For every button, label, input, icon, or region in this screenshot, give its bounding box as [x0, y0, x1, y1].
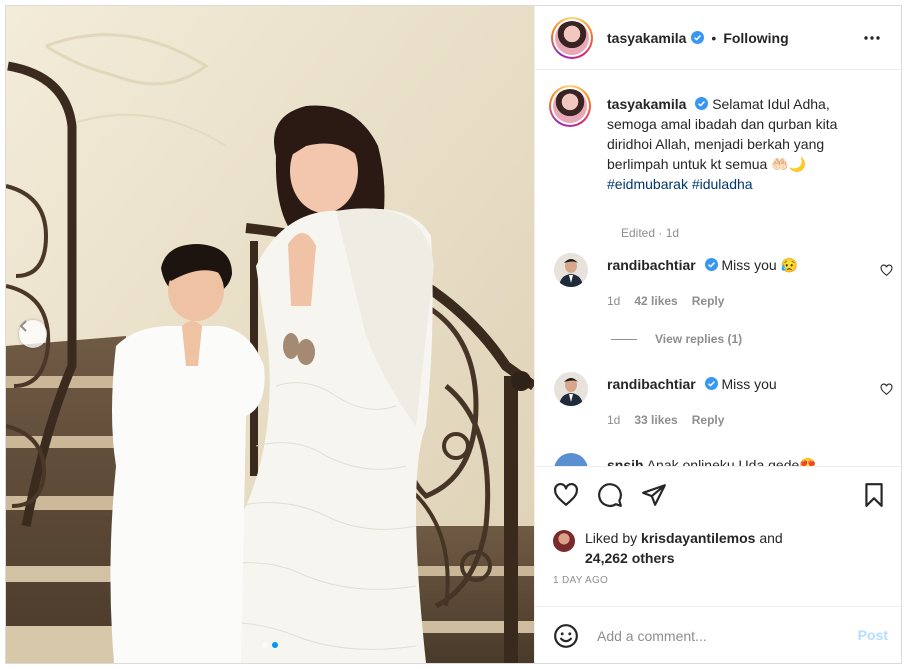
comment-username[interactable]: randibachtiar — [607, 376, 696, 392]
hashtag-link[interactable]: #iduladha — [692, 176, 753, 192]
edited-timestamp: Edited · 1d — [621, 226, 680, 240]
comment-age: 1d — [607, 413, 621, 427]
comment-item: randibachtiar Miss you 😥 1d 42 likes Rep… — [549, 253, 893, 313]
comment-username[interactable]: randibachtiar — [607, 257, 696, 273]
commenter-avatar[interactable] — [554, 372, 588, 406]
likes-prefix: Liked by — [585, 530, 638, 546]
carousel-indicator — [6, 642, 534, 648]
comments-list[interactable]: tasyakamila Selamat Idul Adha, semoga am… — [535, 71, 901, 466]
comment-username[interactable]: snsjh — [607, 457, 644, 466]
likes-text: Liked by krisdayantilemos and 24,262 oth… — [585, 528, 885, 568]
view-replies-line — [611, 338, 637, 340]
comment-text: randibachtiar Miss you — [607, 376, 777, 392]
post-side-panel: tasyakamila • Following tasyakamila Sela… — [534, 6, 901, 663]
commenter-avatar[interactable] — [554, 253, 588, 287]
heart-icon[interactable] — [880, 264, 893, 277]
comment-body: Miss you — [721, 376, 777, 392]
author-username[interactable]: tasyakamila — [607, 30, 686, 46]
comment-body: Miss you 😥 — [721, 257, 799, 273]
comment-likes[interactable]: 42 likes — [634, 294, 677, 308]
chevron-left-icon — [19, 320, 27, 332]
paper-plane-icon[interactable] — [641, 482, 667, 508]
smiley-icon[interactable] — [553, 623, 579, 649]
comment-meta: 1d 33 likes Reply — [607, 413, 724, 427]
add-comment-bar: Post — [535, 606, 901, 663]
reply-button[interactable]: Reply — [692, 413, 725, 427]
verified-badge-icon — [704, 377, 718, 390]
likes-joiner: and — [759, 530, 783, 546]
liker-avatar[interactable] — [553, 530, 575, 552]
comment-age: 1d — [607, 294, 621, 308]
verified-badge-icon — [691, 31, 705, 44]
comment-text: randibachtiar Miss you 😥 — [607, 257, 798, 274]
separator-bullet: • — [711, 29, 717, 46]
author-avatar[interactable] — [551, 16, 593, 59]
comment-text: snsjh Anak onlineku Uda gede😍 — [607, 457, 817, 466]
comment-body: Anak onlineku Uda gede😍 — [646, 457, 817, 466]
comment-input[interactable] — [597, 625, 837, 647]
heart-icon[interactable] — [880, 383, 893, 396]
comment-item: randibachtiar Miss you 1d 33 likes Reply — [549, 372, 893, 432]
comment-meta: 1d 42 likes Reply — [607, 294, 724, 308]
post-header: tasyakamila • Following — [535, 6, 901, 70]
liker-username[interactable]: krisdayantilemos — [641, 530, 755, 546]
post-timestamp[interactable]: 1 DAY AGO — [553, 575, 608, 586]
comment-likes[interactable]: 33 likes — [634, 413, 677, 427]
verified-badge-icon — [695, 97, 709, 110]
post-comment-button[interactable]: Post — [858, 627, 888, 643]
post-actions — [535, 466, 901, 534]
caption-text: tasyakamila Selamat Idul Adha, semoga am… — [607, 94, 872, 194]
commenter-avatar[interactable] — [554, 453, 588, 466]
caption-username[interactable]: tasyakamila — [607, 96, 686, 112]
carousel-prev-button[interactable] — [19, 320, 47, 348]
post-photo[interactable] — [6, 6, 534, 663]
view-replies-button[interactable]: View replies (1) — [611, 332, 742, 346]
caption-avatar[interactable] — [549, 85, 591, 127]
following-button[interactable]: Following — [723, 30, 788, 46]
likes-count[interactable]: 24,262 others — [585, 550, 675, 566]
carousel-dot — [262, 642, 268, 648]
comment-item: snsjh Anak onlineku Uda gede😍 — [549, 453, 889, 466]
carousel-dot-active — [272, 642, 278, 648]
post-window: tasyakamila • Following tasyakamila Sela… — [5, 5, 902, 664]
hashtag-link[interactable]: #eidmubarak — [607, 176, 688, 192]
reply-button[interactable]: Reply — [692, 294, 725, 308]
heart-icon[interactable] — [553, 482, 579, 508]
bookmark-icon[interactable] — [861, 482, 887, 508]
verified-badge-icon — [704, 258, 718, 271]
photo-illustration — [6, 6, 534, 663]
view-replies-label: View replies (1) — [655, 332, 743, 346]
more-options-icon[interactable] — [862, 30, 882, 46]
comment-bubble-icon[interactable] — [597, 482, 623, 508]
